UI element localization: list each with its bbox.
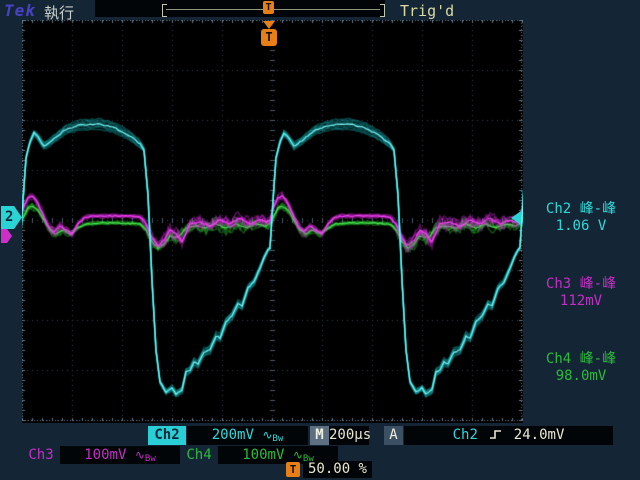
ch3-label[interactable]: Ch3 [22,446,60,464]
trigger-status: Trig'd [400,2,454,20]
measurement-ch3-pkpk: Ch3 峰-峰 112mV [524,276,638,310]
measurement-type: 峰-峰 [580,351,616,367]
trigger-position-flag[interactable]: T [261,29,277,46]
measurement-value: 1.06 V [524,218,638,235]
ch2-scale: 200mV [212,427,254,443]
measurement-type: 峰-峰 [580,276,616,292]
ac-coupling-icon: ∿ [293,448,303,462]
rising-edge-icon [489,428,502,441]
trigger-source: Ch2 [453,427,478,443]
record-window-right-bracket [380,4,385,17]
measurement-channel: Ch3 [546,276,571,292]
horizontal-position-readout: 50.00 % [303,461,372,478]
ch2-ground-marker[interactable]: 2 [1,206,22,229]
horizontal-trigger-position-icon: T [286,462,300,477]
measurement-value: 98.0mV [524,368,638,385]
trigger-position-arrow-icon [263,21,275,29]
record-view-strip: T [95,0,385,17]
timebase-badge: M [310,426,329,445]
bandwidth-limit-icon: Bw [145,454,156,464]
oscilloscope-screen: Tek 執行 T Trig'd T 2 Ch2 峰-峰 1.06 V Ch3 峰… [0,0,640,480]
ch3-scale-readout: 100mV ∿Bw [60,446,180,464]
measurement-channel: Ch4 [546,351,571,367]
measurement-channel: Ch2 [546,201,571,217]
measurement-type: 峰-峰 [580,201,616,217]
ch4-scale: 100mV [242,447,284,463]
record-trigger-position-icon[interactable]: T [263,1,274,14]
waveform-graticule [22,20,523,423]
ch3-scale: 100mV [84,447,126,463]
ac-coupling-icon: ∿ [135,448,145,462]
ch4-label[interactable]: Ch4 [180,446,218,464]
measurement-ch4-pkpk: Ch4 峰-峰 98.0mV [524,351,638,385]
trigger-system-badge: A [384,426,403,445]
trigger-level: 24.0mV [514,427,565,443]
bandwidth-limit-icon: Bw [272,434,283,444]
ac-coupling-icon: ∿ [262,428,272,442]
ch2-scale-readout: 200mV ∿Bw [187,426,308,445]
tek-logo: Tek [4,1,36,20]
measurement-ch2-pkpk: Ch2 峰-峰 1.06 V [524,201,638,235]
ch3-ground-marker[interactable] [1,229,12,243]
timebase-readout[interactable]: 200µs [329,426,369,445]
record-window-left-bracket [162,4,167,17]
trigger-readout: Ch2 24.0mV [404,426,613,445]
ch2-badge[interactable]: Ch2 [148,426,186,445]
measurement-value: 112mV [524,293,638,310]
trigger-level-arrow-icon[interactable] [511,211,521,225]
